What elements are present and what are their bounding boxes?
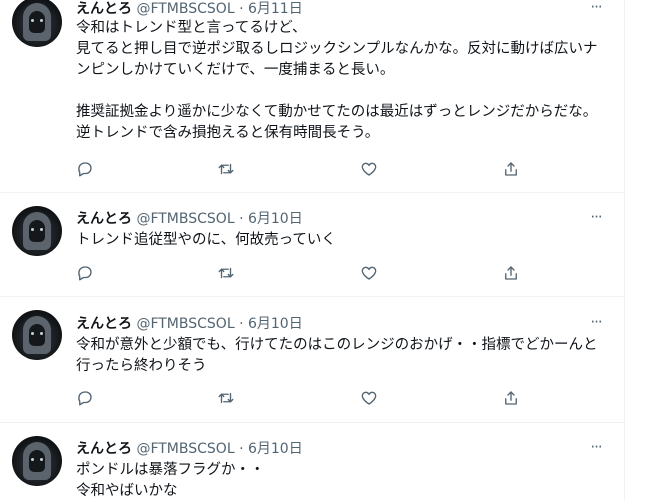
tweet-actions: [76, 160, 526, 182]
more-options-button[interactable]: ···: [586, 440, 606, 455]
tweet-actions: [76, 264, 526, 286]
tweet-text: 令和が意外と少額でも、行けてたのはこのレンジのおかげ・・指標でどかーんと行ったら…: [76, 337, 598, 374]
retweet-icon[interactable]: [217, 160, 237, 180]
share-icon[interactable]: [502, 160, 522, 180]
reply-icon[interactable]: [76, 389, 96, 409]
share-icon[interactable]: [502, 389, 522, 409]
like-icon[interactable]: [360, 389, 380, 409]
reply-icon[interactable]: [76, 160, 96, 180]
avatar[interactable]: [12, 310, 62, 360]
retweet-icon[interactable]: [217, 389, 237, 409]
tweet-text: 令和はトレンド型と言ってるけど、 見てると押し目で逆ポジ取るしロジックシンプルな…: [76, 20, 598, 141]
tweet[interactable]: えんとろ @FTMBSCSOL · 6月11日 ··· 令和はトレンド型と言って…: [0, 0, 624, 193]
avatar[interactable]: [12, 0, 62, 47]
like-icon[interactable]: [360, 160, 380, 180]
share-icon[interactable]: [502, 264, 522, 284]
author-handle[interactable]: @FTMBSCSOL: [136, 441, 234, 457]
retweet-icon[interactable]: [217, 264, 237, 284]
separator: ·: [239, 441, 244, 457]
author-handle[interactable]: @FTMBSCSOL: [136, 211, 234, 227]
separator: ·: [239, 316, 244, 332]
author-handle[interactable]: @FTMBSCSOL: [136, 316, 234, 332]
author-name[interactable]: えんとろ: [76, 211, 132, 227]
tweet[interactable]: えんとろ @FTMBSCSOL · 6月10日 ··· トレンド追従型やのに、何…: [0, 193, 624, 297]
tweet-header: えんとろ @FTMBSCSOL · 6月10日: [76, 313, 303, 333]
tweet-text: ポンドルは暴落フラグか・・ 令和やばいかな: [76, 462, 265, 499]
avatar[interactable]: [12, 206, 62, 256]
tweet[interactable]: えんとろ @FTMBSCSOL · 6月10日 ··· 令和が意外と少額でも、行…: [0, 297, 624, 423]
author-handle[interactable]: @FTMBSCSOL: [136, 1, 234, 17]
more-options-button[interactable]: ···: [586, 0, 606, 15]
separator: ·: [239, 1, 244, 17]
separator: ·: [239, 211, 244, 227]
timeline: えんとろ @FTMBSCSOL · 6月11日 ··· 令和はトレンド型と言って…: [0, 0, 625, 500]
author-name[interactable]: えんとろ: [76, 1, 132, 17]
more-options-button[interactable]: ···: [586, 210, 606, 225]
tweet[interactable]: えんとろ @FTMBSCSOL · 6月10日 ··· ポンドルは暴落フラグか・…: [0, 423, 624, 500]
like-icon[interactable]: [360, 264, 380, 284]
reply-icon[interactable]: [76, 264, 96, 284]
author-name[interactable]: えんとろ: [76, 441, 132, 457]
tweet-header: えんとろ @FTMBSCSOL · 6月11日: [76, 0, 303, 18]
author-name[interactable]: えんとろ: [76, 316, 132, 332]
tweet-header: えんとろ @FTMBSCSOL · 6月10日: [76, 208, 303, 228]
tweet-date[interactable]: 6月10日: [248, 316, 303, 332]
tweet-actions: [76, 389, 526, 411]
tweet-text: トレンド追従型やのに、何故売っていく: [76, 232, 336, 248]
tweet-header: えんとろ @FTMBSCSOL · 6月10日: [76, 438, 303, 458]
more-options-button[interactable]: ···: [586, 315, 606, 330]
tweet-date[interactable]: 6月10日: [248, 441, 303, 457]
avatar[interactable]: [12, 436, 62, 486]
tweet-date[interactable]: 6月10日: [248, 211, 303, 227]
tweet-date[interactable]: 6月11日: [248, 1, 303, 17]
